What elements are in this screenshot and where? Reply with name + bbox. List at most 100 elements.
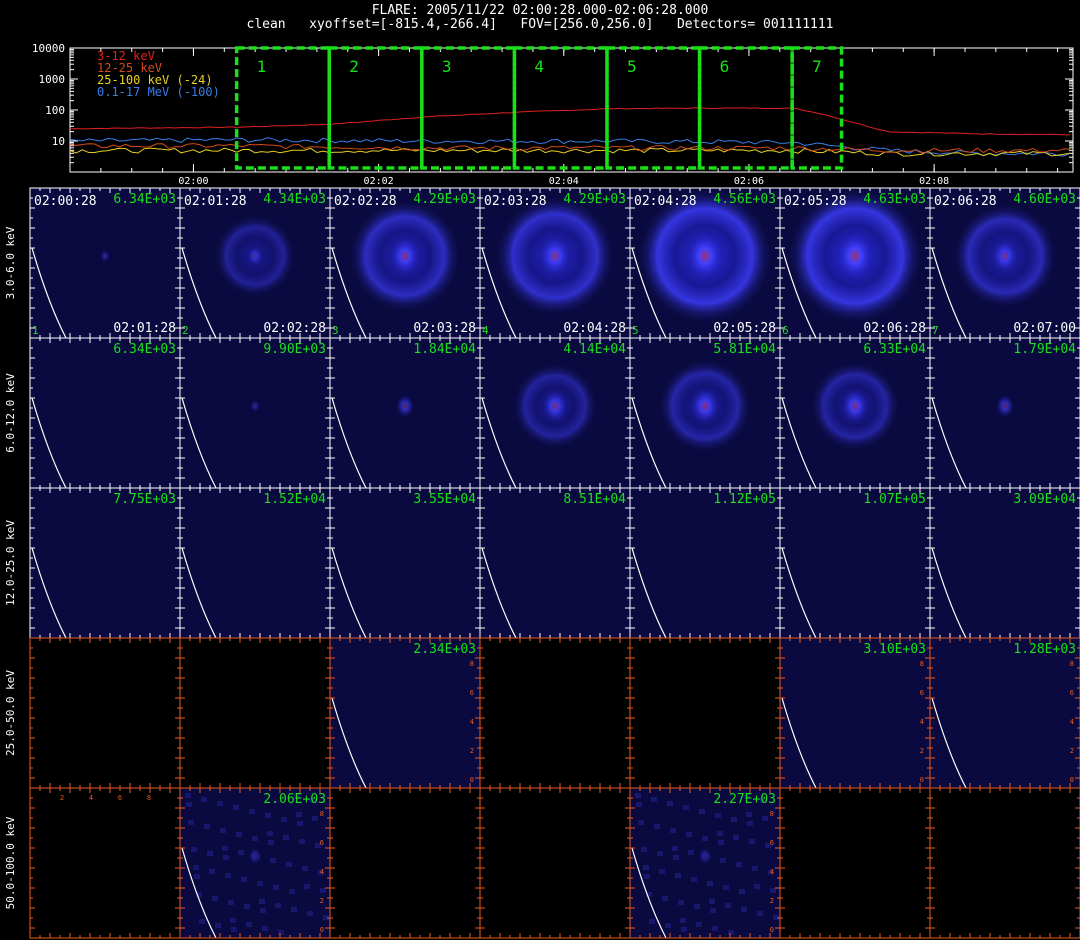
image-panel: 6.34E+03 02:00:28 02:01:28 1: [29, 187, 181, 339]
noise-patch: [680, 918, 686, 923]
panel-background: [930, 788, 1080, 938]
panel-background: [180, 638, 330, 788]
noise-patch: [233, 805, 239, 810]
noise-patch: [191, 847, 197, 852]
noise-patch: [186, 802, 192, 807]
noise-patch: [768, 870, 774, 875]
peak-value: 9.90E+03: [263, 342, 326, 357]
panel-index: 6: [782, 324, 789, 337]
axis-tick-label: 6: [920, 689, 924, 697]
solar-limb-curve: [181, 247, 217, 339]
solar-limb-curve: [331, 247, 367, 339]
axis-tick-label: 2: [1070, 747, 1074, 755]
noise-patch: [749, 839, 755, 844]
noise-patch: [259, 899, 265, 904]
solar-limb-curve: [481, 547, 517, 639]
image-panel: 3.55E+04: [329, 487, 481, 639]
axis-tick-label: 0: [320, 926, 324, 934]
lightcurve-series-group: [70, 107, 1071, 157]
solar-limb-curve: [631, 547, 667, 639]
axis-tick-label: 6: [770, 839, 774, 847]
noise-patch: [731, 817, 737, 822]
flare-source: [390, 237, 420, 275]
image-panel: 4.56E+03 02:04:28 02:05:28 5: [629, 187, 781, 339]
solar-limb-curve: [931, 397, 967, 489]
solar-limb-curve: [481, 397, 517, 489]
noise-patch: [209, 869, 215, 874]
noise-patch: [707, 881, 713, 886]
interval-start-time: 02:03:28: [484, 194, 547, 209]
panel-frame: [479, 187, 631, 339]
peak-value: 2.06E+03: [263, 792, 326, 807]
noise-patch: [770, 888, 776, 893]
noise-patch: [736, 862, 742, 867]
noise-patch: [283, 835, 289, 840]
interval-label: 7: [812, 57, 822, 76]
solar-limb-curve: [331, 697, 367, 789]
image-panel: 1.12E+05: [629, 487, 781, 639]
noise-patch: [741, 907, 747, 912]
flare-source: [248, 848, 262, 864]
noise-patch: [672, 846, 678, 851]
noise-patch: [654, 824, 660, 829]
noise-patch: [260, 908, 266, 913]
noise-patch: [638, 820, 644, 825]
panel-frame: [779, 487, 931, 639]
panel-frame: [629, 787, 781, 939]
y-tick-label: 100: [45, 104, 65, 117]
image-panel: 8 6 4 2 0 2.34E+03: [329, 637, 481, 789]
noise-patch: [712, 926, 718, 931]
panel-background: [480, 638, 630, 788]
noise-patch: [773, 915, 779, 920]
panel-background: [780, 788, 930, 938]
ring-emission: [952, 203, 1058, 309]
noise-patch: [649, 919, 655, 924]
panel-background: [480, 788, 630, 938]
panel-frame: [929, 187, 1080, 339]
axis-tick-label: 6: [320, 839, 324, 847]
noise-patch: [665, 923, 671, 928]
image-panel: [629, 637, 781, 789]
noise-patch: [673, 855, 679, 860]
panel-background: [30, 338, 180, 488]
series-line-0: [70, 107, 1070, 136]
axis-tick-label: 4: [1070, 718, 1074, 726]
noise-patch: [304, 884, 310, 889]
peak-value: 1.28E+03: [1013, 642, 1076, 657]
flare-source: [992, 240, 1018, 272]
peak-value: 4.63E+03: [863, 192, 926, 207]
panel-background: [930, 638, 1080, 788]
noise-patch: [222, 846, 228, 851]
solar-limb-curve: [781, 247, 817, 339]
ring-emission: [494, 195, 616, 317]
image-panel: 6.33E+04: [779, 337, 931, 489]
panel-background: [30, 788, 180, 938]
panel-background: [930, 338, 1080, 488]
peak-value: 4.56E+03: [713, 192, 776, 207]
ring-emission: [657, 358, 753, 454]
noise-patch: [681, 927, 687, 932]
axis-tick-label: 8: [920, 660, 924, 668]
noise-patch: [215, 923, 221, 928]
noise-patch: [244, 904, 250, 909]
panel-frame: [629, 637, 781, 789]
panel-index: 4: [482, 324, 489, 337]
y-tick-label: 1000: [39, 73, 66, 86]
peak-value: 7.75E+03: [113, 492, 176, 507]
peak-value: 4.34E+03: [263, 192, 326, 207]
peak-value: 1.07E+05: [863, 492, 926, 507]
image-panel: 1.79E+04: [929, 337, 1080, 489]
image-panel: 4.60E+03 02:06:28 02:07:00 7: [929, 187, 1080, 339]
noise-patch: [765, 843, 771, 848]
panel-background: [630, 788, 780, 938]
image-panel: [329, 787, 481, 939]
solar-limb-curve: [181, 847, 217, 939]
panel-background: [180, 788, 330, 938]
axis-tick-label: 4: [920, 718, 924, 726]
figure-title: FLARE: 2005/11/22 02:00:28.000-02:06:28.…: [371, 3, 709, 18]
panel-frame: [179, 337, 331, 489]
interval-box: [512, 46, 609, 170]
panel-frame: [479, 337, 631, 489]
solar-limb-curve: [781, 397, 817, 489]
peak-value: 4.14E+04: [563, 342, 626, 357]
